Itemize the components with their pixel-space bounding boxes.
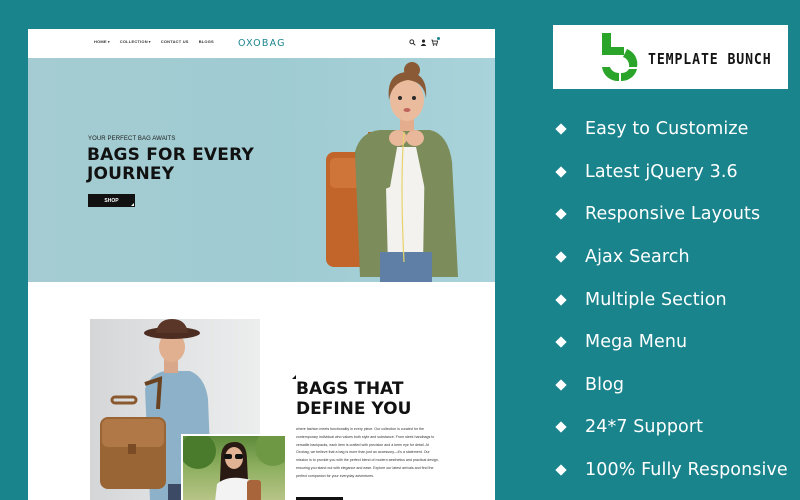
corner-decoration-icon [131,203,134,206]
feature-label: Responsive Layouts [585,204,761,225]
feature-list: Easy to Customize Latest jQuery 3.6 Resp… [554,108,788,491]
feature-label: Ajax Search [585,247,690,268]
diamond-bullet-icon [555,379,567,391]
diamond-bullet-icon [555,294,567,306]
store-preview: HOME▾ COLLECTION▾ CONTACT US BLOGS OXOBA… [28,29,495,500]
feature-item: Mega Menu [554,321,788,364]
hero-title: BAGS FOR EVERY JOURNEY [87,145,254,184]
feature-label: Multiple Section [585,289,727,310]
hero-kicker: YOUR PERFECT BAG AWAITS [88,136,176,142]
feature-item: Blog [554,364,788,407]
hero-banner: YOUR PERFECT BAG AWAITS BAGS FOR EVERY J… [28,58,495,282]
user-icon[interactable] [420,39,427,46]
nav-home[interactable]: HOME▾ [94,39,110,44]
feature-item: Latest jQuery 3.6 [554,151,788,194]
nav-blogs[interactable]: BLOGS [199,39,214,44]
feature-item: Ajax Search [554,236,788,279]
template-bunch-logo-icon [602,33,638,81]
brand-card: TEMPLATE BUNCH [553,25,788,89]
diamond-bullet-icon [555,208,567,221]
feature-item: Multiple Section [554,278,788,321]
hero-model-image [326,62,458,282]
shop-button-label: SHOP [104,197,119,204]
chevron-down-icon: ▾ [107,40,110,44]
about-body-text: where fashion meets functionality in eve… [296,427,439,478]
feature-label: 100% Fully Responsive [585,460,788,481]
diamond-bullet-icon [555,336,567,348]
brand-name: TEMPLATE BUNCH [648,50,772,68]
feature-label: Blog [585,374,625,395]
diamond-bullet-icon [555,251,567,263]
woman-with-sunglasses-illustration [183,436,285,500]
feature-label: Latest jQuery 3.6 [585,161,738,182]
nav-home-label: HOME [94,39,107,44]
diamond-bullet-icon [555,464,567,476]
feature-item: 24*7 Support [554,406,788,449]
feature-item: Responsive Layouts [554,193,788,236]
shop-button[interactable]: SHOP [88,194,135,207]
site-logo[interactable]: OXOBAG [238,38,286,49]
feature-item: 100% Fully Responsive [554,449,788,492]
feature-label: 24*7 Support [585,417,704,438]
cart-count-badge [437,37,440,40]
diamond-bullet-icon [555,166,567,178]
nav-collection-label: COLLECTION [119,39,148,44]
cart-icon[interactable] [431,37,440,46]
header-icons [409,37,440,46]
about-image-woman [181,434,285,500]
chevron-down-icon: ▾ [148,40,151,44]
search-icon[interactable] [409,39,416,46]
about-title: BAGS THAT DEFINE YOU [296,379,412,419]
diamond-bullet-icon [555,123,567,135]
nav-contact[interactable]: CONTACT US [161,39,189,44]
diamond-bullet-icon [555,421,567,434]
site-header: HOME▾ COLLECTION▾ CONTACT US BLOGS OXOBA… [28,29,495,58]
feature-label: Easy to Customize [585,119,749,140]
feature-item: Easy to Customize [554,108,788,151]
feature-label: Mega Menu [585,332,688,353]
nav-collection[interactable]: COLLECTION▾ [120,39,151,44]
main-nav: HOME▾ COLLECTION▾ CONTACT US BLOGS [94,39,214,44]
